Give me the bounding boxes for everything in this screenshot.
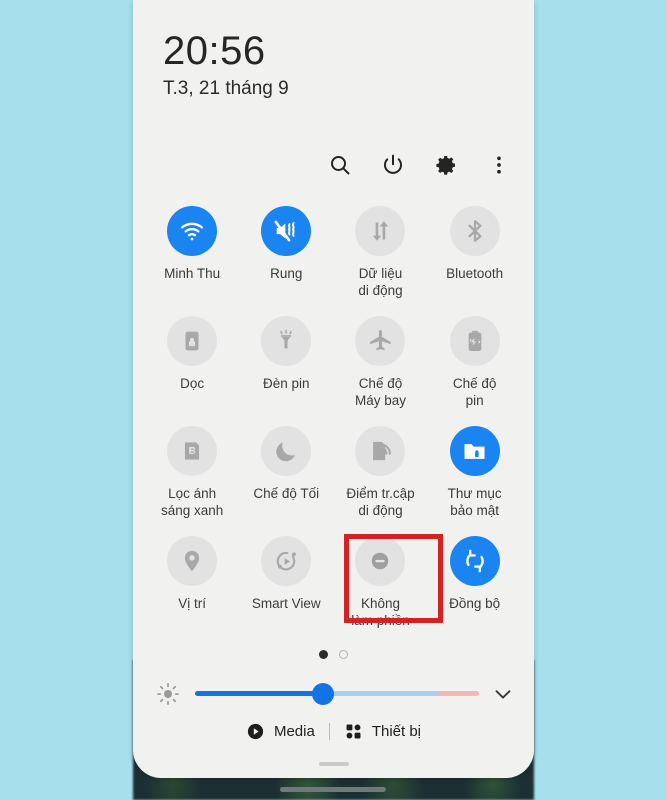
grid-squares-icon	[344, 722, 363, 741]
toggle-smart-view[interactable]: Smart View	[239, 536, 333, 646]
wifi-icon	[167, 206, 218, 256]
airplane-icon	[355, 316, 406, 366]
page-dot-1[interactable]	[319, 650, 328, 659]
clock-block[interactable]: 20:56 T.3, 21 tháng 9	[163, 28, 289, 102]
toggle-label: Dữ liệu di động	[358, 266, 403, 298]
slider-thumb[interactable]	[311, 683, 334, 705]
toggle-label: Chế độ Tối	[253, 486, 320, 501]
toggle-rotation-lock[interactable]: Dọc	[145, 316, 239, 426]
smart-view-icon	[261, 536, 312, 586]
mobile-data-icon	[355, 206, 406, 256]
toggle-label: Smart View	[251, 596, 321, 611]
vibrate-icon	[261, 206, 312, 256]
quick-settings-panel: 20:56 T.3, 21 tháng 9 Minh Thu Rung Dữ l…	[133, 0, 534, 778]
page-dot-2[interactable]	[339, 650, 348, 659]
do-not-disturb-icon	[355, 536, 406, 586]
panel-drag-handle[interactable]	[318, 762, 349, 766]
toggle-label: Chế độ pin	[452, 376, 497, 408]
power-saving-icon	[449, 316, 500, 366]
toggle-label: Dọc	[180, 376, 205, 391]
toggle-dark-mode[interactable]: Chế độ Tối	[239, 426, 333, 536]
clock-date: T.3, 21 tháng 9	[163, 78, 289, 99]
toggle-do-not-disturb[interactable]: Không làm phiền	[333, 536, 427, 646]
play-circle-icon	[246, 722, 265, 741]
toggle-bluetooth[interactable]: Bluetooth	[428, 206, 522, 316]
bluetooth-icon	[449, 206, 500, 256]
media-button[interactable]: Media	[232, 722, 329, 741]
rotation-lock-icon	[167, 316, 218, 366]
toggle-location[interactable]: Vị trí	[145, 536, 239, 646]
navigation-gesture-bar[interactable]	[280, 787, 386, 792]
toggle-sync[interactable]: Đồng bộ	[428, 536, 522, 646]
toggle-mobile-data[interactable]: Dữ liệu di động	[333, 206, 427, 316]
toggle-flashlight[interactable]: Đèn pin	[239, 316, 333, 426]
media-label: Media	[273, 723, 315, 740]
page-indicator	[133, 650, 534, 659]
toggle-label: Điểm tr.cập di động	[346, 486, 415, 518]
toggle-wifi[interactable]: Minh Thu	[145, 206, 239, 316]
slider-fill	[195, 691, 323, 696]
toggle-label: Thư mục bảo mật	[447, 486, 502, 518]
screen: 20:56 T.3, 21 tháng 9 Minh Thu Rung Dữ l…	[0, 0, 667, 800]
slider-warm-segment	[437, 691, 479, 696]
gear-icon[interactable]	[433, 152, 459, 178]
toggle-label: Rung	[270, 266, 303, 281]
toggle-label: Lọc ánh sáng xanh	[160, 486, 224, 518]
toggle-label: Vị trí	[178, 596, 206, 611]
hotspot-icon	[355, 426, 406, 476]
blue-light-filter-icon	[167, 426, 218, 476]
toggle-power-saving[interactable]: Chế độ pin	[428, 316, 522, 426]
brightness-row	[155, 676, 515, 712]
search-icon[interactable]	[327, 152, 353, 178]
sync-icon	[449, 536, 500, 586]
toggle-label: Chế độ Máy bay	[354, 376, 406, 408]
power-icon[interactable]	[380, 152, 406, 178]
dark-mode-icon	[261, 426, 312, 476]
toggle-mobile-hotspot[interactable]: Điểm tr.cập di động	[333, 426, 427, 536]
brightness-sun-icon	[155, 681, 181, 707]
toggle-label: Minh Thu	[164, 266, 221, 281]
chevron-down-icon[interactable]	[491, 682, 515, 706]
toggle-label: Đèn pin	[263, 376, 310, 391]
toggle-sound-mode[interactable]: Rung	[239, 206, 333, 316]
location-pin-icon	[167, 536, 218, 586]
toggle-label: Đồng bộ	[449, 596, 501, 611]
devices-button[interactable]: Thiết bị	[330, 722, 435, 741]
toggle-blue-light-filter[interactable]: Lọc ánh sáng xanh	[145, 426, 239, 536]
panel-header-icons	[327, 152, 512, 178]
devices-label: Thiết bị	[371, 723, 422, 740]
toggle-secure-folder[interactable]: Thư mục bảo mật	[428, 426, 522, 536]
toggle-airplane-mode[interactable]: Chế độ Máy bay	[333, 316, 427, 426]
brightness-slider[interactable]	[195, 683, 479, 705]
more-vertical-icon[interactable]	[486, 152, 512, 178]
quick-toggle-grid: Minh Thu Rung Dữ liệu di động Bluetooth …	[145, 206, 522, 646]
toggle-label: Không làm phiền	[351, 596, 410, 628]
panel-bottom-bar: Media Thiết bị	[133, 722, 534, 741]
clock-time: 20:56	[163, 29, 266, 73]
toggle-label: Bluetooth	[446, 266, 504, 281]
flashlight-icon	[261, 316, 312, 366]
secure-folder-icon	[449, 426, 500, 476]
